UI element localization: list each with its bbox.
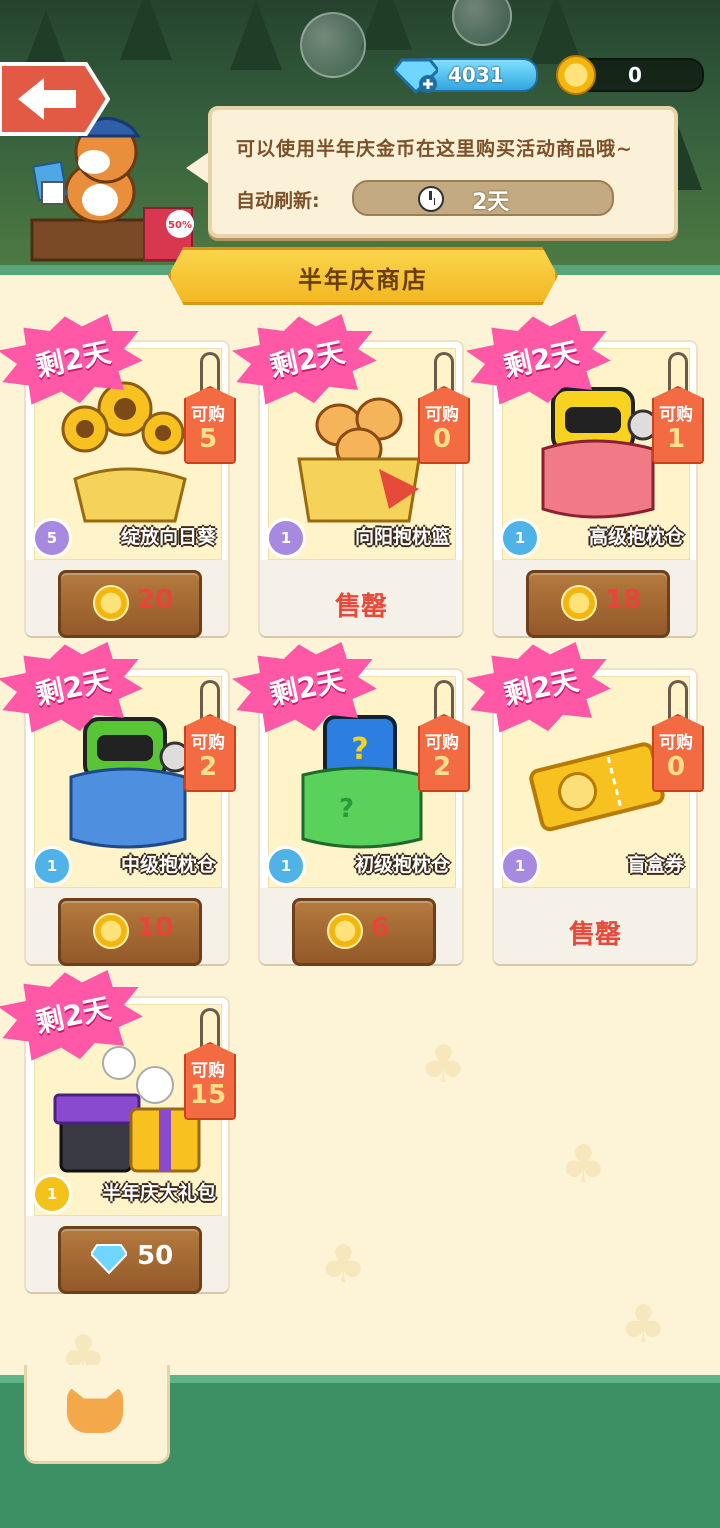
shop-title: 半年庆商店 (298, 266, 428, 294)
coin-icon (327, 913, 363, 949)
background-pattern: ♣ (620, 1295, 667, 1355)
limit-count: 1 (666, 424, 686, 454)
limit-label: 可购 (191, 405, 225, 425)
level-badge: 1 (500, 846, 540, 886)
background-pattern: ♣ (560, 1135, 607, 1195)
coin-icon (556, 55, 596, 95)
diamond-icon (91, 1244, 127, 1275)
tag-hook-icon (200, 1008, 220, 1047)
tag-hook-icon (668, 680, 688, 719)
price-value: 10 (137, 913, 174, 943)
shop-item-card[interactable]: 剩2天 可购 2 1 中级抱枕仓 10 (26, 670, 236, 966)
limit-count: 0 (666, 752, 686, 782)
shop-item-card[interactable]: 剩2天 可购 5 5 绽放向日葵 20 (26, 342, 236, 638)
refresh-timer: 2天 (352, 180, 614, 216)
background-pattern: ♣ (320, 1235, 367, 1295)
coin-icon (93, 585, 129, 621)
sold-out-label: 售罄 (334, 592, 387, 622)
level-badge: 1 (32, 846, 72, 886)
coin-icon (93, 913, 129, 949)
info-tip-text: 可以使用半年庆金币在这里购买活动商品哦~ (236, 138, 633, 160)
clock-icon (418, 186, 444, 212)
back-button[interactable] (0, 60, 110, 138)
item-name: 盲盒券 (626, 854, 684, 876)
item-name: 初级抱枕仓 (354, 854, 450, 876)
tag-hook-icon (200, 680, 220, 719)
buy-button[interactable]: 6 (292, 898, 436, 966)
limit-count: 15 (189, 1080, 227, 1110)
tag-hook-icon (434, 352, 454, 391)
purchase-limit-tag: 可购 15 (184, 1008, 236, 1120)
purchase-limit-tag: 可购 5 (184, 352, 236, 464)
bubble-decoration (300, 12, 366, 78)
price-value: 18 (605, 585, 642, 615)
purchase-limit-tag: 可购 2 (418, 680, 470, 792)
purchase-limit-tag: 可购 0 (418, 352, 470, 464)
tag-hook-icon (200, 352, 220, 391)
purchase-limit-tag: 可购 1 (652, 352, 704, 464)
buy-button[interactable]: 20 (58, 570, 202, 638)
item-name: 高级抱枕仓 (588, 526, 684, 548)
cat-head-icon (67, 1385, 123, 1433)
shop-item-card[interactable]: 剩2天 可购 0 1 盲盒券 售罄 (494, 670, 704, 964)
limit-count: 5 (198, 424, 218, 454)
item-name: 中级抱枕仓 (120, 854, 216, 876)
tab-cat-shop[interactable] (24, 1365, 170, 1464)
tree-decoration (120, 0, 172, 60)
buy-button[interactable]: 18 (526, 570, 670, 638)
shop-item-card[interactable]: ?? 剩2天 可购 2 1 初级抱枕仓 6 (260, 670, 470, 966)
tag-hook-icon (668, 352, 688, 391)
refresh-value: 2天 (472, 190, 510, 215)
price-value: 50 (137, 1241, 174, 1271)
level-badge: 5 (32, 518, 72, 558)
svg-text:?: ? (339, 794, 354, 824)
shop-item-card[interactable]: 剩2天 可购 1 1 高级抱枕仓 18 (494, 342, 704, 638)
limit-count: 2 (432, 752, 452, 782)
item-name: 绽放向日葵 (120, 526, 216, 548)
shop-title-banner: 半年庆商店 (168, 247, 558, 305)
level-badge: 1 (266, 846, 306, 886)
purchase-limit-tag: 可购 2 (184, 680, 236, 792)
price-value: 6 (371, 913, 390, 943)
limit-label: 可购 (191, 733, 225, 753)
svg-text:50%: 50% (168, 220, 192, 231)
shop-item-card[interactable]: 剩2天 可购 0 1 向阳抱枕篮 售罄 (260, 342, 470, 636)
info-panel: 可以使用半年庆金币在这里购买活动商品哦~ 自动刷新: 2天 (208, 106, 678, 238)
shop-item-card[interactable]: 剩2天 可购 15 1 半年庆大礼包 50 (26, 998, 236, 1294)
coin-count: 0 (628, 63, 642, 87)
tag-hook-icon (434, 680, 454, 719)
svg-text:?: ? (351, 732, 368, 767)
item-name: 半年庆大礼包 (101, 1182, 216, 1204)
price-value: 20 (137, 585, 174, 615)
limit-label: 可购 (425, 733, 459, 753)
item-name: 向阳抱枕篮 (354, 526, 450, 548)
limit-count: 0 (432, 424, 452, 454)
coin-icon (561, 585, 597, 621)
bubble-decoration (452, 0, 512, 46)
tree-decoration (230, 0, 282, 70)
background-pattern: ♣ (420, 1035, 467, 1095)
level-badge: 1 (500, 518, 540, 558)
level-badge: 1 (266, 518, 306, 558)
limit-label: 可购 (659, 405, 693, 425)
limit-count: 2 (198, 752, 218, 782)
buy-button[interactable]: 50 (58, 1226, 202, 1294)
sold-out-label: 售罄 (568, 920, 621, 950)
purchase-limit-tag: 可购 0 (652, 680, 704, 792)
diamond-icon (394, 58, 438, 94)
limit-label: 可购 (659, 733, 693, 753)
tree-decoration (360, 0, 412, 50)
level-badge: 1 (32, 1174, 72, 1214)
limit-label: 可购 (425, 405, 459, 425)
refresh-label: 自动刷新: (236, 190, 320, 212)
buy-button[interactable]: 10 (58, 898, 202, 966)
limit-label: 可购 (191, 1061, 225, 1081)
gem-count: 4031 (448, 63, 504, 87)
